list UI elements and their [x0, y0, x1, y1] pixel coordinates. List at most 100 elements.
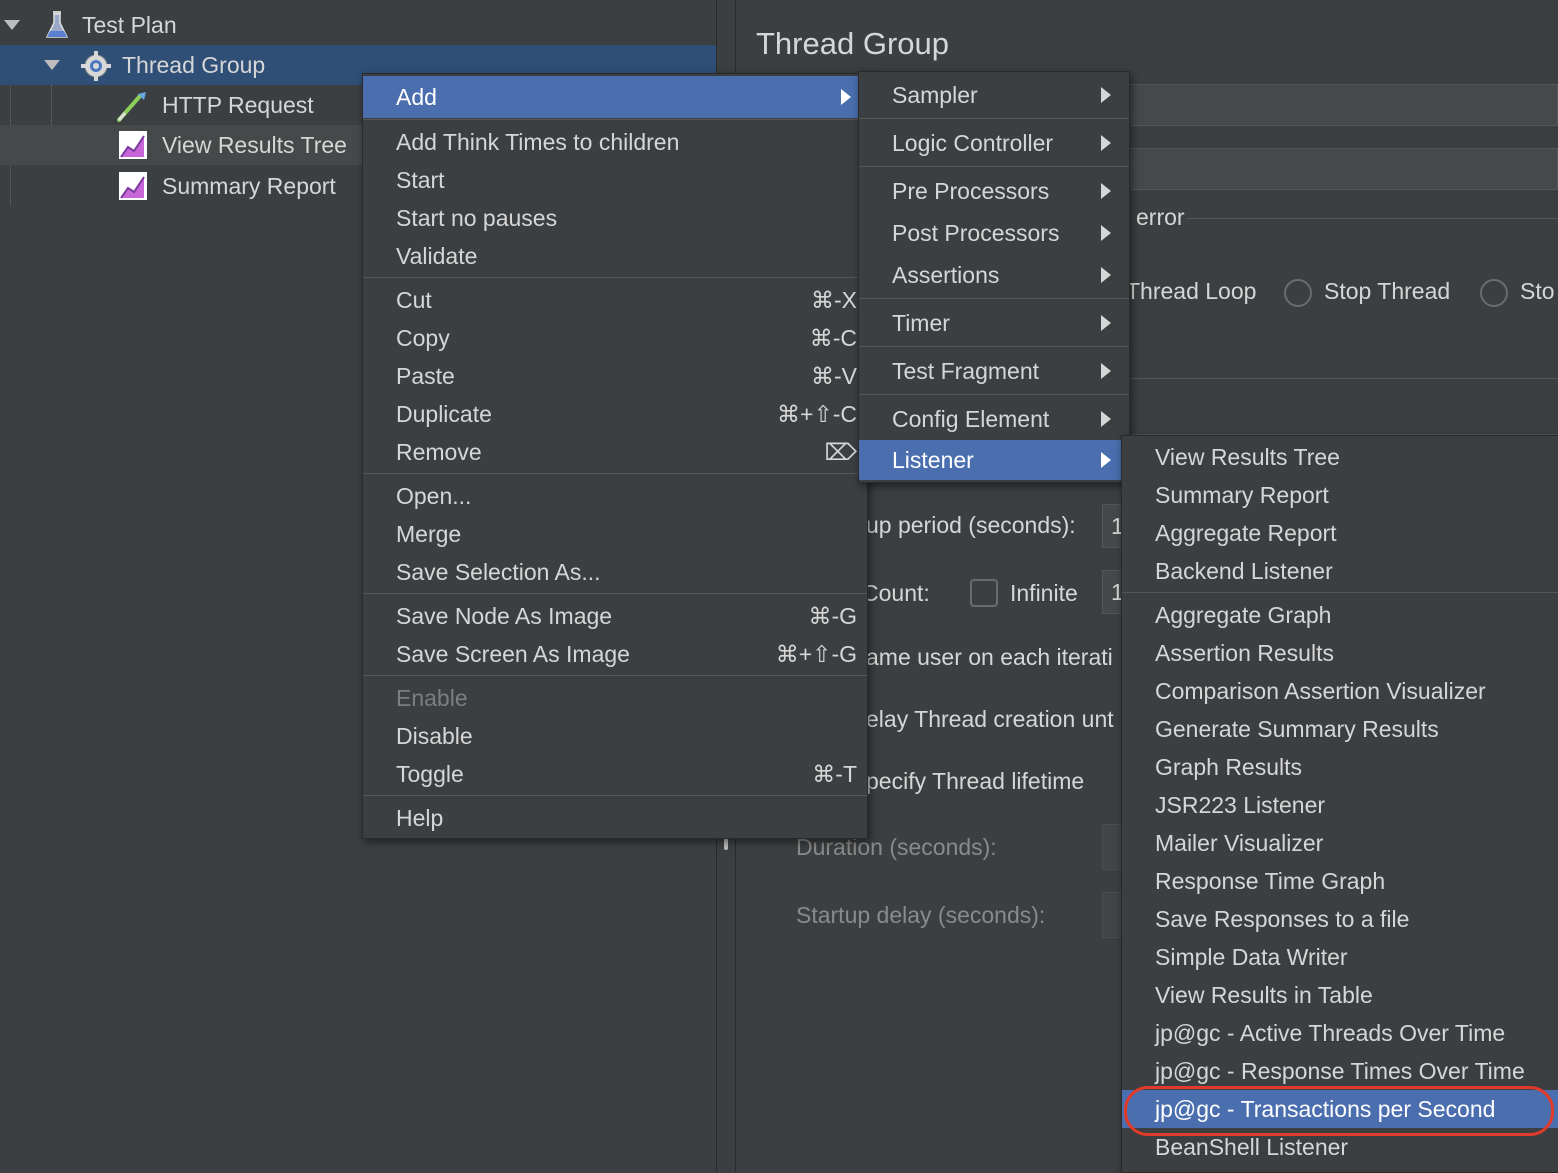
- menu-item-pre-processors[interactable]: Pre Processors: [859, 170, 1129, 212]
- expand-icon[interactable]: [4, 20, 20, 30]
- menu-item-test-fragment[interactable]: Test Fragment: [859, 350, 1129, 392]
- submenu-arrow-icon: [1101, 225, 1111, 241]
- menu-item-start-no-pauses[interactable]: Start no pauses: [363, 199, 867, 237]
- name-field[interactable]: [1116, 84, 1558, 126]
- menu-item-label: Comparison Assertion Visualizer: [1155, 677, 1486, 704]
- menu-item-toggle[interactable]: Toggle ⌘-T: [363, 755, 867, 793]
- tree-item-label: Summary Report: [162, 172, 336, 199]
- tree-item-test-plan[interactable]: Test Plan: [0, 5, 716, 45]
- menu-item-response-time-graph[interactable]: Response Time Graph: [1122, 862, 1558, 900]
- submenu-arrow-icon: [1101, 315, 1111, 331]
- menu-item-jsr223-listener[interactable]: JSR223 Listener: [1122, 786, 1558, 824]
- loop-count-label: Count:: [862, 580, 930, 606]
- submenu-arrow-icon: [1101, 135, 1111, 151]
- tree-item-label: Test Plan: [82, 11, 177, 38]
- menu-item-open[interactable]: Open...: [363, 477, 867, 515]
- menu-item-label: Paste: [396, 362, 455, 389]
- comments-field[interactable]: [1116, 148, 1558, 190]
- menu-item-label: Validate: [396, 242, 478, 269]
- menu-item-aggregate-report[interactable]: Aggregate Report: [1122, 514, 1558, 552]
- menu-item-sampler[interactable]: Sampler: [859, 74, 1129, 116]
- menu-item-simple-data-writer[interactable]: Simple Data Writer: [1122, 938, 1558, 976]
- menu-item-logic-controller[interactable]: Logic Controller: [859, 122, 1129, 164]
- menu-item-label: View Results in Table: [1155, 981, 1373, 1008]
- radio-stop-test[interactable]: [1480, 279, 1508, 307]
- menu-item-comparison-assertion-visualizer[interactable]: Comparison Assertion Visualizer: [1122, 672, 1558, 710]
- menu-item-summary-report[interactable]: Summary Report: [1122, 476, 1558, 514]
- menu-item-copy[interactable]: Copy ⌘-C: [363, 319, 867, 357]
- menu-item-cut[interactable]: Cut ⌘-X: [363, 281, 867, 319]
- menu-item-label: Save Responses to a file: [1155, 905, 1410, 932]
- expand-icon[interactable]: [44, 60, 60, 70]
- menu-item-assertions[interactable]: Assertions: [859, 254, 1129, 296]
- menu-item-post-processors[interactable]: Post Processors: [859, 212, 1129, 254]
- menu-item-jpgc-response-times[interactable]: jp@gc - Response Times Over Time: [1122, 1052, 1558, 1090]
- menu-item-paste[interactable]: Paste ⌘-V: [363, 357, 867, 395]
- pipette-icon: [116, 90, 146, 122]
- menu-item-save-node-as-image[interactable]: Save Node As Image ⌘-G: [363, 597, 867, 635]
- menu-item-help[interactable]: Help: [363, 799, 867, 837]
- menu-item-label: Add Think Times to children: [396, 128, 680, 155]
- menu-item-graph-results[interactable]: Graph Results: [1122, 748, 1558, 786]
- menu-item-validate[interactable]: Validate: [363, 237, 867, 275]
- menu-item-label: jp@gc - Active Threads Over Time: [1155, 1019, 1506, 1046]
- submenu-arrow-icon: [1101, 363, 1111, 379]
- menu-item-label: Save Screen As Image: [396, 640, 630, 667]
- menu-item-listener[interactable]: Listener: [859, 440, 1129, 480]
- menu-item-backend-listener[interactable]: Backend Listener: [1122, 552, 1558, 590]
- menu-item-label: Logic Controller: [892, 129, 1054, 156]
- menu-item-save-selection-as[interactable]: Save Selection As...: [363, 553, 867, 591]
- menu-item-duplicate[interactable]: Duplicate ⌘+⇧-C: [363, 395, 867, 433]
- splitter-grip-icon[interactable]: [724, 838, 728, 850]
- menu-item-view-results-in-table[interactable]: View Results in Table: [1122, 976, 1558, 1014]
- menu-item-label: Backend Listener: [1155, 557, 1333, 584]
- menu-item-generate-summary-results[interactable]: Generate Summary Results: [1122, 710, 1558, 748]
- menu-item-merge[interactable]: Merge: [363, 515, 867, 553]
- menu-item-mailer-visualizer[interactable]: Mailer Visualizer: [1122, 824, 1558, 862]
- menu-item-label: Help: [396, 804, 444, 831]
- menu-item-start[interactable]: Start: [363, 161, 867, 199]
- menu-item-label: Mailer Visualizer: [1155, 829, 1324, 856]
- menu-item-jpgc-active-threads[interactable]: jp@gc - Active Threads Over Time: [1122, 1014, 1558, 1052]
- menu-item-beanshell-listener[interactable]: BeanShell Listener: [1122, 1128, 1558, 1166]
- menu-item-assertion-results[interactable]: Assertion Results: [1122, 634, 1558, 672]
- submenu-arrow-icon: [1101, 267, 1111, 283]
- menu-item-add-think-times[interactable]: Add Think Times to children: [363, 123, 867, 161]
- menu-separator: [363, 593, 867, 594]
- menu-item-label: Assertion Results: [1155, 639, 1334, 666]
- submenu-arrow-icon: [1101, 87, 1111, 103]
- menu-item-view-results-tree[interactable]: View Results Tree: [1122, 438, 1558, 476]
- shortcut-label: ⌘-V: [811, 362, 857, 389]
- menu-item-config-element[interactable]: Config Element: [859, 398, 1129, 440]
- menu-item-label: Toggle: [396, 760, 464, 787]
- menu-item-label: Cut: [396, 286, 432, 313]
- menu-item-label: Response Time Graph: [1155, 867, 1386, 894]
- menu-item-label: Summary Report: [1155, 481, 1329, 508]
- menu-item-add[interactable]: Add: [363, 76, 867, 118]
- submenu-arrow-icon: [1101, 183, 1111, 199]
- radio-stop-thread[interactable]: [1284, 279, 1312, 307]
- submenu-arrow-icon: [841, 89, 851, 105]
- infinite-checkbox[interactable]: [970, 579, 998, 607]
- shortcut-label: ⌘-C: [809, 324, 857, 351]
- menu-item-save-responses-to-file[interactable]: Save Responses to a file: [1122, 900, 1558, 938]
- menu-item-aggregate-graph[interactable]: Aggregate Graph: [1122, 596, 1558, 634]
- tree-item-label: Thread Group: [122, 51, 266, 78]
- menu-item-remove[interactable]: Remove ⌦: [363, 433, 867, 471]
- menu-item-enable: Enable: [363, 679, 867, 717]
- menu-item-timer[interactable]: Timer: [859, 302, 1129, 344]
- menu-item-label: Duplicate: [396, 400, 492, 427]
- submenu-arrow-icon: [1101, 411, 1111, 427]
- menu-item-label: Aggregate Graph: [1155, 601, 1332, 628]
- section-divider: [1186, 218, 1558, 219]
- menu-separator: [859, 394, 1129, 395]
- menu-item-label: Open...: [396, 482, 472, 509]
- menu-separator: [859, 118, 1129, 119]
- menu-item-label: Sampler: [892, 81, 978, 108]
- delay-thread-label: elay Thread creation unt: [866, 706, 1114, 732]
- menu-item-jpgc-transactions-per-second[interactable]: jp@gc - Transactions per Second: [1122, 1086, 1558, 1136]
- menu-item-save-screen-as-image[interactable]: Save Screen As Image ⌘+⇧-G: [363, 635, 867, 673]
- menu-item-label: Copy: [396, 324, 450, 351]
- menu-item-disable[interactable]: Disable: [363, 717, 867, 755]
- shortcut-label: ⌘+⇧-G: [775, 640, 857, 667]
